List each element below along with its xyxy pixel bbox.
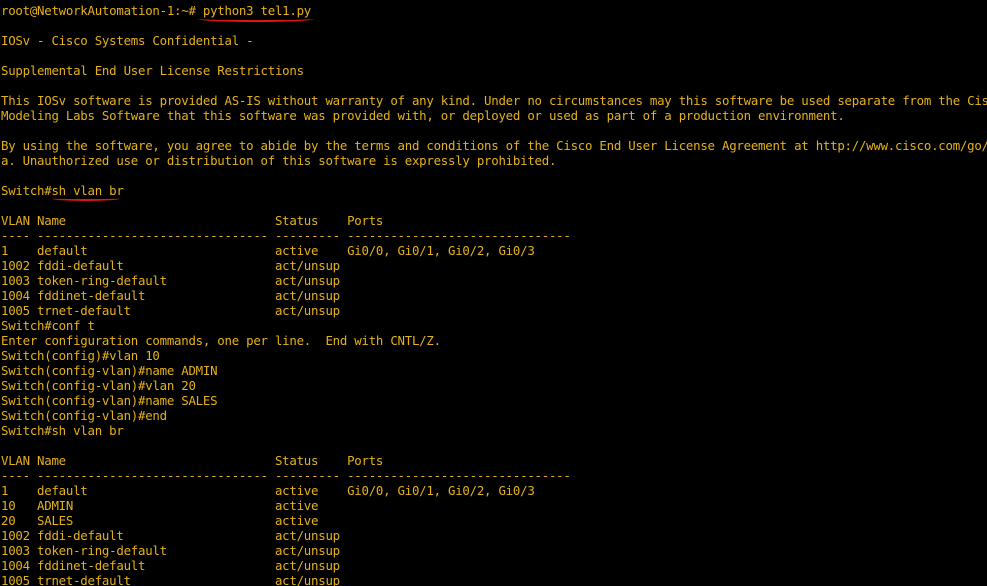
terminal-line: 1003 token-ring-default act/unsup <box>1 543 340 558</box>
terminal-line: Enter configuration commands, one per li… <box>1 333 441 348</box>
terminal-line: 20 SALES active <box>1 513 319 528</box>
terminal-line: 1004 fddinet-default act/unsup <box>1 558 340 573</box>
terminal-line: 10 ADMIN active <box>1 498 319 513</box>
terminal-line: Switch(config-vlan)#vlan 20 <box>1 378 196 393</box>
terminal-line: IOSv - Cisco Systems Confidential - <box>1 33 254 48</box>
terminal-line: By using the software, you agree to abid… <box>1 138 987 153</box>
terminal-line: root@NetworkAutomation-1:~# python3 tel1… <box>1 3 312 18</box>
terminal-line: 1002 fddi-default act/unsup <box>1 258 340 273</box>
terminal-line: ---- -------------------------------- --… <box>1 228 571 243</box>
terminal-line: Switch(config-vlan)#name SALES <box>1 393 218 408</box>
terminal-line: Modeling Labs Software that this softwar… <box>1 108 845 123</box>
terminal-line: Switch(config-vlan)#end <box>1 408 167 423</box>
terminal-line: 1 default active Gi0/0, Gi0/1, Gi0/2, Gi… <box>1 243 535 258</box>
terminal-line: Switch(config-vlan)#name ADMIN <box>1 363 218 378</box>
terminal-line: VLAN Name Status Ports <box>1 213 384 228</box>
terminal-line: Switch(config)#vlan 10 <box>1 348 160 363</box>
terminal-line: This IOSv software is provided AS-IS wit… <box>1 93 987 108</box>
terminal-line: VLAN Name Status Ports <box>1 453 384 468</box>
show-vlan-underline-annotation <box>52 196 120 201</box>
terminal-line: 1 default active Gi0/0, Gi0/1, Gi0/2, Gi… <box>1 483 535 498</box>
terminal-line: 1005 trnet-default act/unsup <box>1 573 340 586</box>
terminal-line: 1002 fddi-default act/unsup <box>1 528 340 543</box>
terminal-line: Switch#sh vlan br <box>1 183 124 198</box>
terminal-line: 1003 token-ring-default act/unsup <box>1 273 340 288</box>
command-underline-annotation <box>198 16 314 22</box>
terminal-line: 1005 trnet-default act/unsup <box>1 303 340 318</box>
terminal-line: Switch#sh vlan br <box>1 423 124 438</box>
terminal-output[interactable]: root@NetworkAutomation-1:~# python3 tel1… <box>0 0 987 586</box>
terminal-line: ---- -------------------------------- --… <box>1 468 571 483</box>
terminal-line: 1004 fddinet-default act/unsup <box>1 288 340 303</box>
terminal-line: a. Unauthorized use or distribution of t… <box>1 153 557 168</box>
terminal-line: Supplemental End User License Restrictio… <box>1 63 304 78</box>
terminal-line: Switch#conf t <box>1 318 95 333</box>
